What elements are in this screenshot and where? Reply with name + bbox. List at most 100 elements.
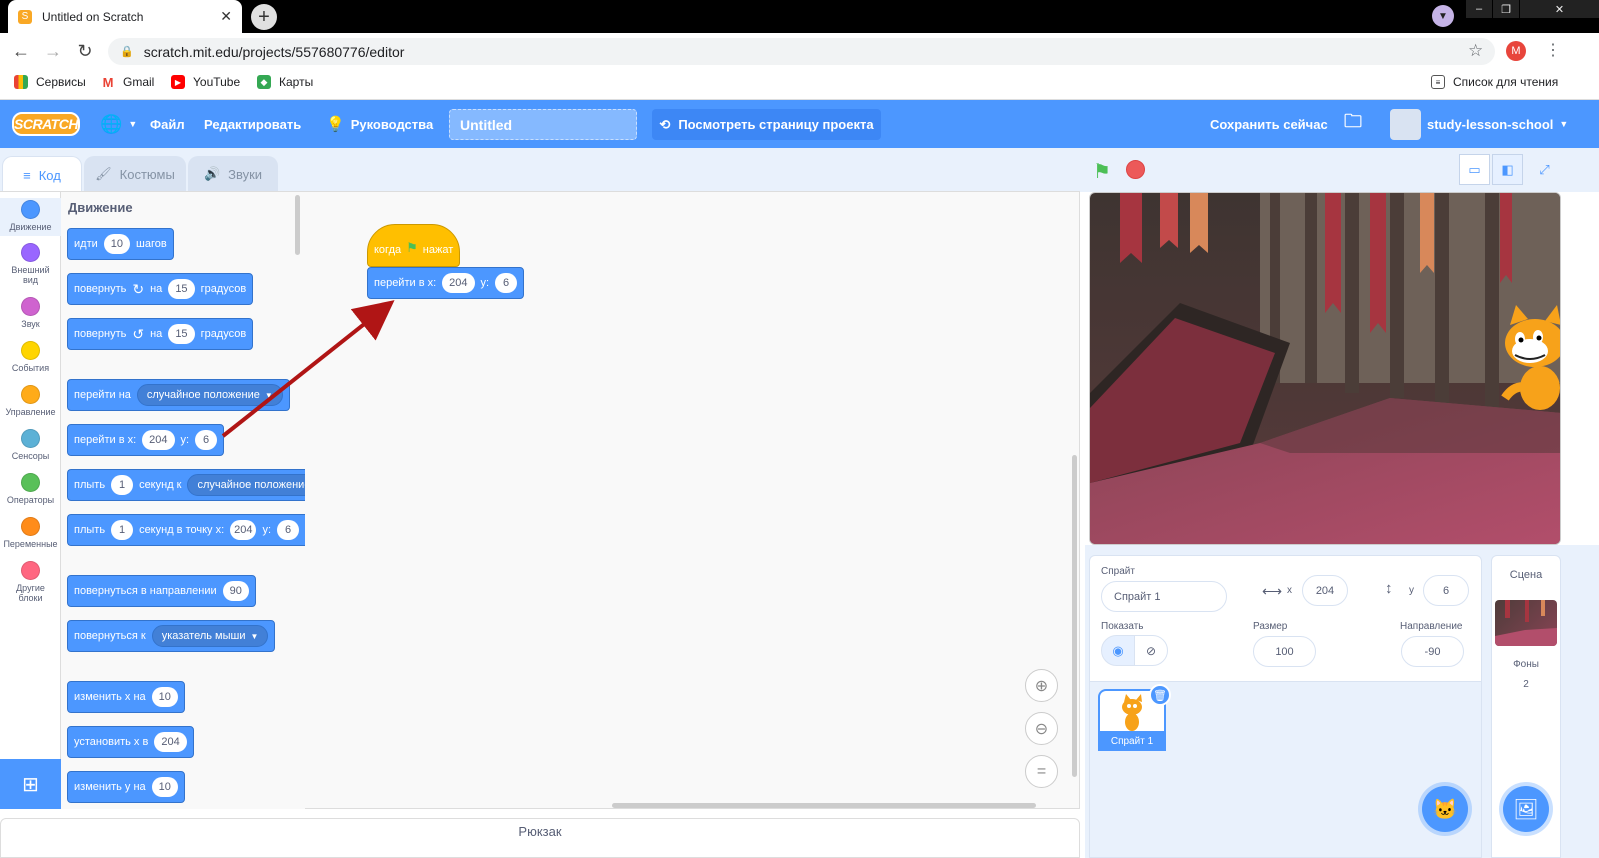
scratch-logo[interactable]: SCRATCH: [12, 112, 80, 136]
degrees-input[interactable]: 15: [168, 279, 195, 299]
choose-backdrop-button[interactable]: 🖼: [1503, 786, 1549, 832]
forward-button[interactable]: →: [42, 40, 64, 62]
apps-grid-icon: [14, 75, 28, 89]
target-dropdown[interactable]: случайное положение: [187, 474, 305, 496]
change-x-input[interactable]: 10: [151, 687, 178, 707]
tab-code[interactable]: ≡ Код: [2, 156, 82, 193]
zoom-reset-button[interactable]: =: [1025, 755, 1058, 788]
bookmark-services[interactable]: Сервисы: [14, 75, 86, 89]
tab-sounds[interactable]: 🔊 Звуки: [188, 156, 278, 191]
category-motion[interactable]: Движение: [0, 198, 61, 236]
x-input[interactable]: 204: [230, 520, 257, 540]
block-point-towards[interactable]: повернуться к указатель мыши ▼: [67, 620, 276, 652]
seconds-input[interactable]: 1: [111, 520, 134, 540]
reading-list[interactable]: ≡ Список для чтения: [1431, 75, 1558, 89]
category-events[interactable]: События: [0, 341, 61, 373]
normal-stage-button[interactable]: ◧: [1492, 154, 1523, 185]
y-input[interactable]: 6: [277, 520, 299, 540]
block-point-in-direction[interactable]: повернуться в направлении 90: [67, 575, 256, 607]
block-move-steps[interactable]: идти 10 шагов: [67, 228, 174, 260]
show-sprite-button[interactable]: ◉: [1101, 635, 1135, 666]
category-sensing[interactable]: Сенсоры: [0, 429, 61, 461]
steps-input[interactable]: 10: [103, 234, 130, 254]
address-bar[interactable]: 🔒 scratch.mit.edu/projects/557680776/edi…: [108, 38, 1495, 65]
bookmark-star-icon[interactable]: ☆: [1468, 41, 1483, 61]
bookmark-maps[interactable]: ◆ Карты: [257, 75, 313, 89]
file-menu[interactable]: Файл: [150, 100, 185, 148]
close-window-button[interactable]: ✕: [1520, 0, 1599, 18]
minimize-button[interactable]: –: [1466, 0, 1492, 18]
browser-tab[interactable]: S Untitled on Scratch ✕: [8, 0, 242, 33]
zoom-out-button[interactable]: ⊖: [1025, 712, 1058, 745]
project-title-input[interactable]: Untitled: [449, 109, 637, 140]
language-menu[interactable]: 🌐 ▼: [100, 100, 137, 148]
block-glide-to[interactable]: плыть 1 секунд к случайное положение: [67, 469, 305, 501]
bookmark-gmail[interactable]: M Gmail: [101, 75, 155, 90]
fullscreen-button[interactable]: ⤢: [1529, 154, 1560, 185]
sprite-direction-input[interactable]: -90: [1401, 636, 1464, 667]
close-tab-icon[interactable]: ✕: [220, 8, 232, 25]
x-input[interactable]: 204: [142, 430, 175, 450]
backdrop-thumbnail[interactable]: [1495, 600, 1557, 646]
category-control[interactable]: Управление: [0, 385, 61, 417]
category-operators[interactable]: Операторы: [0, 473, 61, 505]
brush-icon: 🖌: [95, 166, 112, 181]
y-input[interactable]: 6: [495, 273, 518, 293]
stage-canvas[interactable]: [1089, 192, 1561, 545]
profile-avatar[interactable]: M: [1506, 41, 1526, 61]
block-turn-right[interactable]: повернуть ↻ на 15 градусов: [67, 273, 254, 305]
my-stuff-folder-icon[interactable]: 🗀: [1344, 100, 1362, 148]
set-x-input[interactable]: 204: [154, 732, 187, 752]
bookmark-youtube[interactable]: ▶ YouTube: [171, 75, 240, 89]
browser-menu-icon[interactable]: ⋮: [1545, 40, 1561, 60]
seconds-input[interactable]: 1: [111, 475, 134, 495]
block-go-to[interactable]: перейти на случайное положение ▼: [67, 379, 290, 411]
block-change-x[interactable]: изменить х на 10: [67, 681, 185, 713]
reload-button[interactable]: ↻: [74, 40, 96, 62]
sprite-size-input[interactable]: 100: [1253, 636, 1316, 667]
profile-menu-icon[interactable]: ▼: [1432, 5, 1454, 27]
category-variables[interactable]: Переменные: [0, 517, 61, 549]
save-now-button[interactable]: Сохранить сейчас: [1210, 100, 1328, 148]
category-sound[interactable]: Звук: [0, 297, 61, 329]
block-glide-to-xy[interactable]: плыть 1 секунд в точку x: 204 y: 6: [67, 514, 305, 546]
block-go-to-xy[interactable]: перейти в x: 204 y: 6: [67, 424, 225, 456]
y-input[interactable]: 6: [195, 430, 218, 450]
back-button[interactable]: ←: [10, 40, 32, 62]
backpack-panel[interactable]: Рюкзак: [0, 818, 1080, 858]
block-set-x[interactable]: установить х в 204: [67, 726, 194, 758]
target-dropdown[interactable]: указатель мыши ▼: [151, 625, 269, 647]
block-change-y[interactable]: изменить у на 10: [67, 771, 185, 803]
category-my-blocks[interactable]: Другие блоки: [0, 561, 61, 603]
block-turn-left[interactable]: повернуть ↺ на 15 градусов: [67, 318, 254, 350]
stop-button[interactable]: [1126, 160, 1145, 179]
new-tab-button[interactable]: +: [251, 4, 277, 30]
small-stage-button[interactable]: ▭: [1459, 154, 1490, 185]
target-dropdown[interactable]: случайное положение ▼: [136, 384, 283, 406]
workspace-vertical-scrollbar[interactable]: [1072, 455, 1077, 777]
change-y-input[interactable]: 10: [151, 777, 178, 797]
maximize-button[interactable]: ❐: [1493, 0, 1519, 18]
degrees-input[interactable]: 15: [168, 324, 195, 344]
see-project-page-button[interactable]: ⟲ Посмотреть страницу проекта: [652, 109, 881, 140]
direction-input[interactable]: 90: [222, 581, 249, 601]
sprite-x-input[interactable]: 204: [1302, 575, 1348, 606]
delete-sprite-button[interactable]: 🗑: [1149, 684, 1171, 706]
choose-sprite-button[interactable]: 🐱: [1422, 786, 1468, 832]
workspace-horizontal-scrollbar[interactable]: [612, 803, 1036, 808]
category-looks[interactable]: Внешний вид: [0, 243, 61, 285]
script-when-flag-clicked[interactable]: когда ⚑ нажат: [367, 224, 460, 267]
tab-costumes[interactable]: 🖌 Костюмы: [84, 156, 186, 191]
add-extension-button[interactable]: ⊞: [0, 759, 61, 809]
tutorials-menu[interactable]: 💡 Руководства: [326, 100, 433, 148]
sprite-y-input[interactable]: 6: [1423, 575, 1469, 606]
palette-scrollbar[interactable]: [295, 195, 300, 255]
green-flag-button[interactable]: ⚑: [1093, 159, 1111, 184]
account-menu[interactable]: study-lesson-school ▼: [1390, 100, 1568, 148]
hide-sprite-button[interactable]: ⊘: [1134, 635, 1168, 666]
sprite-name-input[interactable]: Спрайт 1: [1101, 581, 1227, 612]
x-input[interactable]: 204: [442, 273, 475, 293]
zoom-in-button[interactable]: ⊕: [1025, 669, 1058, 702]
script-go-to-xy[interactable]: перейти в x: 204 y: 6: [367, 267, 525, 299]
edit-menu[interactable]: Редактировать: [204, 100, 301, 148]
